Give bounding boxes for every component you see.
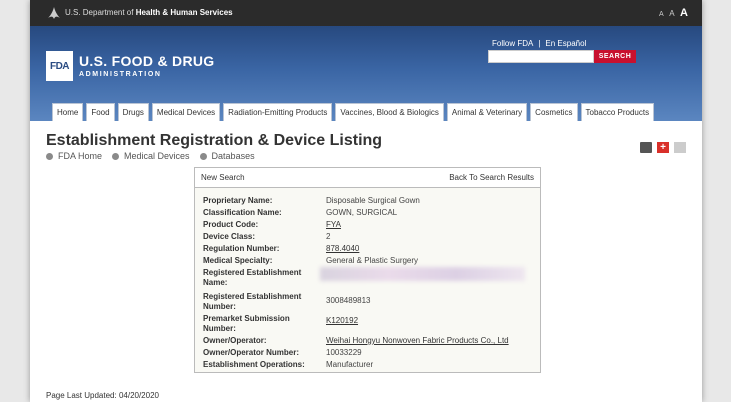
field-label: Classification Name: xyxy=(203,208,282,217)
follow-fda-link[interactable]: Follow FDA xyxy=(492,39,533,48)
agency-name[interactable]: U.S. FOOD & DRUG xyxy=(79,53,214,69)
main-nav: Home Food Drugs Medical Devices Radiatio… xyxy=(52,103,657,121)
field-label: Proprietary Name: xyxy=(203,196,273,205)
breadcrumb-medical-devices[interactable]: Medical Devices xyxy=(124,151,190,161)
field-label: Registered Establishment Number: xyxy=(203,292,302,311)
text-size-controls: A A A xyxy=(656,7,688,19)
regulation-number-link[interactable]: 878.4040 xyxy=(326,244,359,254)
field-value: 3008489813 xyxy=(326,296,371,305)
field-value: 2 xyxy=(326,232,331,241)
owner-operator-link[interactable]: Weihai Hongyu Nonwoven Fabric Products C… xyxy=(326,336,509,346)
new-search-link[interactable]: New Search xyxy=(201,173,245,182)
fda-banner: FDA U.S. FOOD & DRUG ADMINISTRATION Foll… xyxy=(30,26,702,121)
field-label: Establishment Operations: xyxy=(203,360,305,369)
text-size-small[interactable]: A xyxy=(659,11,664,18)
page-container: U.S. Department of Health & Human Servic… xyxy=(30,0,702,402)
nav-tab-animal[interactable]: Animal & Veterinary xyxy=(446,103,528,121)
nav-tab-radiation[interactable]: Radiation-Emitting Products xyxy=(223,103,333,121)
bullet-icon xyxy=(112,152,120,160)
field-value: 10033229 xyxy=(326,348,362,357)
breadcrumb-fda-home[interactable]: FDA Home xyxy=(58,151,102,161)
nav-tab-drugs[interactable]: Drugs xyxy=(117,103,149,121)
hhs-eagle-icon[interactable] xyxy=(46,5,62,21)
field-label: Premarket Submission Number: xyxy=(203,314,290,333)
print-icon[interactable] xyxy=(640,142,652,153)
hhs-bar: U.S. Department of Health & Human Servic… xyxy=(30,0,702,26)
fda-logo[interactable]: FDA xyxy=(46,51,73,81)
bullet-icon xyxy=(46,152,53,160)
nav-tab-cosmetics[interactable]: Cosmetics xyxy=(530,103,578,121)
field-label: Owner/Operator: xyxy=(203,336,267,345)
bullet-icon xyxy=(199,152,207,160)
redacted-value xyxy=(320,267,525,281)
text-size-large[interactable]: A xyxy=(680,7,688,19)
email-icon[interactable] xyxy=(674,142,686,153)
field-label: Device Class: xyxy=(203,232,256,241)
nav-tab-medical-devices[interactable]: Medical Devices xyxy=(151,103,221,121)
breadcrumb-databases[interactable]: Databases xyxy=(212,151,255,161)
agency-subtitle: ADMINISTRATION xyxy=(79,71,162,78)
back-to-results-link[interactable]: Back To Search Results xyxy=(449,173,534,182)
field-label: Regulation Number: xyxy=(203,244,280,253)
field-label: Product Code: xyxy=(203,220,259,229)
product-code-link[interactable]: FYA xyxy=(326,220,341,230)
breadcrumb: FDA Home Medical Devices Databases xyxy=(46,151,261,161)
page-title: Establishment Registration & Device List… xyxy=(46,132,383,149)
nav-tab-food[interactable]: Food xyxy=(86,103,115,121)
text-size-medium[interactable]: A xyxy=(669,9,674,18)
device-listing-panel: New Search Back To Search Results Propri… xyxy=(194,167,541,373)
top-links: Follow FDA | En Español xyxy=(492,39,586,48)
field-value: Manufacturer xyxy=(326,360,374,369)
panel-header: New Search Back To Search Results xyxy=(195,168,540,188)
field-value: Disposable Surgical Gown xyxy=(326,196,420,205)
share-plus-icon[interactable]: + xyxy=(657,142,669,153)
field-label: Medical Specialty: xyxy=(203,256,273,265)
field-label: Registered Establishment Name: xyxy=(203,268,302,287)
premarket-submission-link[interactable]: K120192 xyxy=(326,316,358,326)
espanol-link[interactable]: En Español xyxy=(545,39,586,48)
field-value: GOWN, SURGICAL xyxy=(326,208,398,217)
search-input[interactable] xyxy=(488,50,594,63)
hhs-link[interactable]: U.S. Department of Health & Human Servic… xyxy=(65,8,233,17)
field-value: General & Plastic Surgery xyxy=(326,256,419,265)
top-links-separator: | xyxy=(538,39,541,48)
search-button[interactable]: SEARCH xyxy=(594,50,636,63)
page-last-updated: Page Last Updated: 04/20/2020 xyxy=(46,391,159,400)
field-label: Owner/Operator Number: xyxy=(203,348,300,357)
nav-tab-tobacco[interactable]: Tobacco Products xyxy=(580,103,655,121)
nav-tab-home[interactable]: Home xyxy=(52,103,84,121)
nav-tab-vaccines[interactable]: Vaccines, Blood & Biologics xyxy=(335,103,444,121)
page-tools: + xyxy=(635,142,686,153)
